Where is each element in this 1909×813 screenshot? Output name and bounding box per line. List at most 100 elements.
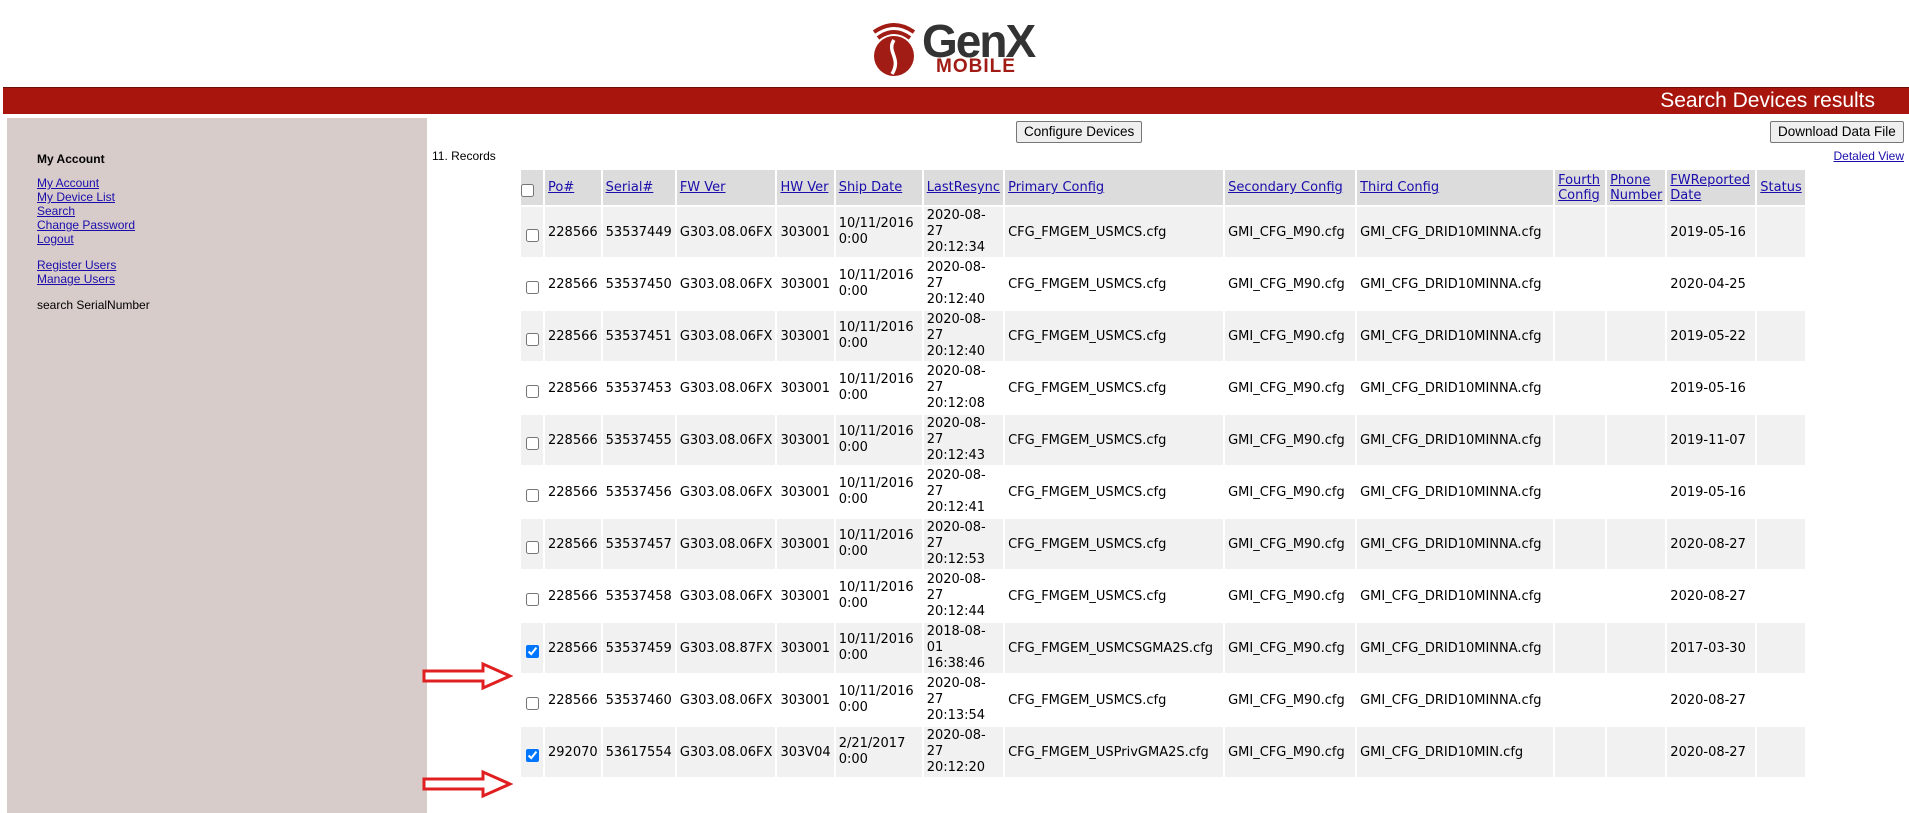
cell-fw-reported-date: 2020-04-25 [1667,259,1756,309]
row-select-cell [521,311,543,361]
cell-fw-ver: G303.08.06FX [676,363,776,413]
row-checkbox[interactable] [525,436,539,450]
cell-fourth-config [1555,571,1606,621]
cell-fourth-config [1555,675,1606,725]
cell-last-resync: 2020-08-27 20:12:41 [923,467,1004,517]
cell-third-config: GMI_CFG_DRID10MINNA.cfg [1357,623,1554,673]
col-serial[interactable]: Serial# [606,180,654,195]
col-last-resync[interactable]: LastResync [927,180,1000,195]
col-po[interactable]: Po# [548,180,574,195]
cell-phone-number [1607,571,1666,621]
cell-status [1757,571,1806,621]
cell-last-resync: 2020-08-27 20:12:20 [923,727,1004,777]
cell-third-config: GMI_CFG_DRID10MINNA.cfg [1357,675,1554,725]
col-fourth-config[interactable]: Fourth Config [1558,173,1600,203]
cell-status [1757,363,1806,413]
cell-fw-reported-date: 2019-05-16 [1667,363,1756,413]
cell-phone-number [1607,467,1666,517]
cell-fw-ver: G303.08.06FX [676,519,776,569]
search-serial-label: search SerialNumber [37,298,150,312]
cell-fourth-config [1555,311,1606,361]
row-checkbox[interactable] [525,696,539,710]
cell-hw-ver: 303V04 [777,727,834,777]
sidebar-link-logout[interactable]: Logout [37,232,74,246]
row-checkbox[interactable] [525,748,539,762]
sidebar-link-change-password[interactable]: Change Password [37,218,135,232]
select-all-checkbox[interactable] [521,184,534,197]
cell-status [1757,259,1806,309]
row-select-cell [521,519,543,569]
cell-serial: 53537460 [602,675,675,725]
cell-secondary-config: GMI_CFG_M90.cfg [1225,311,1356,361]
road-logo-icon [872,23,916,76]
table-row: 228566 53537455 G303.08.06FX 303001 10/11/20… [521,415,1806,465]
table-row: 228566 53537458 G303.08.06FX 303001 10/11/20… [521,571,1806,621]
cell-last-resync: 2020-08-27 20:13:54 [923,675,1004,725]
row-select-cell [521,415,543,465]
table-row: 228566 53537450 G303.08.06FX 303001 10/11/20… [521,259,1806,309]
cell-fourth-config [1555,259,1606,309]
cell-secondary-config: GMI_CFG_M90.cfg [1225,363,1356,413]
configure-devices-button[interactable]: Configure Devices [1016,121,1143,143]
cell-po: 228566 [545,519,601,569]
cell-po: 228566 [545,675,601,725]
cell-hw-ver: 303001 [777,571,834,621]
detailed-view-link[interactable]: Detaled View [1834,149,1905,163]
select-all-cell [521,170,543,205]
download-data-file-button[interactable]: Download Data File [1770,121,1904,143]
row-checkbox[interactable] [525,540,539,554]
table-row: 228566 53537456 G303.08.06FX 303001 10/11/20… [521,467,1806,517]
row-checkbox[interactable] [525,644,539,658]
devices-table: Po# Serial# FW Ver HW Ver Ship Date Last… [519,168,1807,779]
page-title: Search Devices results [1660,89,1875,112]
cell-fw-reported-date: 2019-05-16 [1667,467,1756,517]
cell-ship-date: 2/21/2017 0:00 [835,727,922,777]
cell-ship-date: 10/11/2016 0:00 [835,675,922,725]
col-fw-ver[interactable]: FW Ver [680,180,726,195]
col-primary-config[interactable]: Primary Config [1008,180,1104,195]
cell-secondary-config: GMI_CFG_M90.cfg [1225,623,1356,673]
row-select-cell [521,259,543,309]
cell-fw-ver: G303.08.06FX [676,415,776,465]
cell-fw-reported-date: 2020-08-27 [1667,675,1756,725]
col-hw-ver[interactable]: HW Ver [780,180,828,195]
row-checkbox[interactable] [525,592,539,606]
table-row: 292070 53617554 G303.08.06FX 303V04 2/21/201… [521,727,1806,777]
cell-ship-date: 10/11/2016 0:00 [835,519,922,569]
cell-primary-config: CFG_FMGEM_USMCS.cfg [1005,311,1224,361]
cell-primary-config: CFG_FMGEM_USMCS.cfg [1005,519,1224,569]
row-select-cell [521,623,543,673]
row-checkbox[interactable] [525,228,539,242]
cell-phone-number [1607,363,1666,413]
row-checkbox[interactable] [525,280,539,294]
cell-po: 228566 [545,363,601,413]
cell-primary-config: CFG_FMGEM_USMCS.cfg [1005,259,1224,309]
sidebar-link-my-device-list[interactable]: My Device List [37,190,115,204]
col-third-config[interactable]: Third Config [1360,180,1439,195]
row-checkbox[interactable] [525,488,539,502]
sidebar-link-manage-users[interactable]: Manage Users [37,272,115,286]
col-secondary-config[interactable]: Secondary Config [1228,180,1343,195]
cell-serial: 53537457 [602,519,675,569]
cell-hw-ver: 303001 [777,519,834,569]
cell-phone-number [1607,207,1666,257]
sidebar-link-my-account[interactable]: My Account [37,176,99,190]
sidebar-heading: My Account [37,152,105,166]
row-checkbox[interactable] [525,384,539,398]
cell-phone-number [1607,311,1666,361]
cell-primary-config: CFG_FMGEM_USMCS.cfg [1005,415,1224,465]
cell-po: 228566 [545,415,601,465]
cell-phone-number [1607,519,1666,569]
col-fw-reported-date[interactable]: FWReported Date [1670,173,1750,203]
sidebar-link-search[interactable]: Search [37,204,75,218]
cell-third-config: GMI_CFG_DRID10MINNA.cfg [1357,467,1554,517]
sidebar-link-register-users[interactable]: Register Users [37,258,116,272]
table-header-row: Po# Serial# FW Ver HW Ver Ship Date Last… [521,170,1806,205]
col-status[interactable]: Status [1760,180,1801,195]
col-ship-date[interactable]: Ship Date [839,180,903,195]
row-checkbox[interactable] [525,332,539,346]
cell-serial: 53537449 [602,207,675,257]
cell-hw-ver: 303001 [777,311,834,361]
col-phone-number[interactable]: Phone Number [1610,173,1662,203]
cell-hw-ver: 303001 [777,363,834,413]
